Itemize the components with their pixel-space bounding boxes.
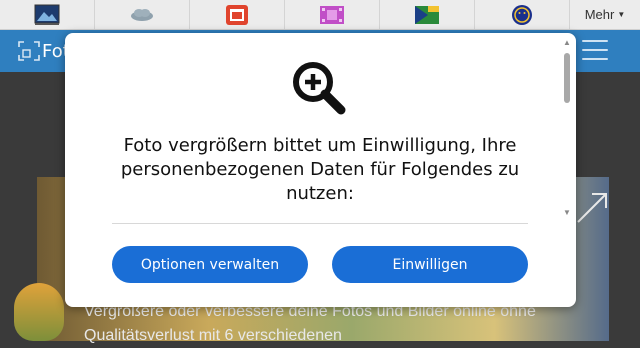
flag-photo-icon bbox=[415, 5, 439, 24]
consent-button[interactable]: Einwilligen bbox=[332, 246, 528, 283]
balloon-image bbox=[14, 283, 64, 341]
app-link-flag[interactable] bbox=[380, 0, 475, 29]
consent-dialog: Foto vergrößern bittet um Einwilligung, … bbox=[65, 33, 576, 307]
expand-arrow-icon bbox=[577, 193, 607, 223]
cloud-eye-icon bbox=[131, 8, 153, 21]
caret-down-icon: ▼ bbox=[617, 10, 626, 19]
divider bbox=[112, 223, 528, 224]
app-link-frame[interactable] bbox=[190, 0, 285, 29]
landscape-photo-icon bbox=[34, 4, 60, 25]
app-link-film[interactable] bbox=[285, 0, 380, 29]
manage-options-button[interactable]: Optionen verwalten bbox=[112, 246, 308, 283]
consent-title: Foto vergrößern bittet um Einwilligung, … bbox=[120, 135, 520, 204]
zoom-in-icon bbox=[293, 62, 346, 115]
film-strip-icon bbox=[320, 5, 344, 24]
app-switcher-bar: Mehr ▼ bbox=[0, 0, 640, 30]
app-link-landscape[interactable] bbox=[0, 0, 95, 29]
scroll-down-icon[interactable]: ▼ bbox=[563, 208, 571, 217]
scroll-thumb[interactable] bbox=[564, 53, 570, 103]
hamburger-menu-icon[interactable] bbox=[582, 40, 608, 60]
dialog-scrollbar[interactable]: ▲ ▼ bbox=[562, 38, 572, 218]
app-link-cloud[interactable] bbox=[95, 0, 190, 29]
app-link-smiley[interactable] bbox=[475, 0, 570, 29]
more-label: Mehr bbox=[584, 7, 615, 22]
smiley-circle-icon bbox=[512, 4, 532, 25]
photo-frame-icon bbox=[226, 4, 248, 25]
scroll-up-icon[interactable]: ▲ bbox=[563, 38, 571, 47]
more-menu[interactable]: Mehr ▼ bbox=[570, 0, 640, 29]
enlarge-frame-icon[interactable] bbox=[18, 41, 40, 61]
